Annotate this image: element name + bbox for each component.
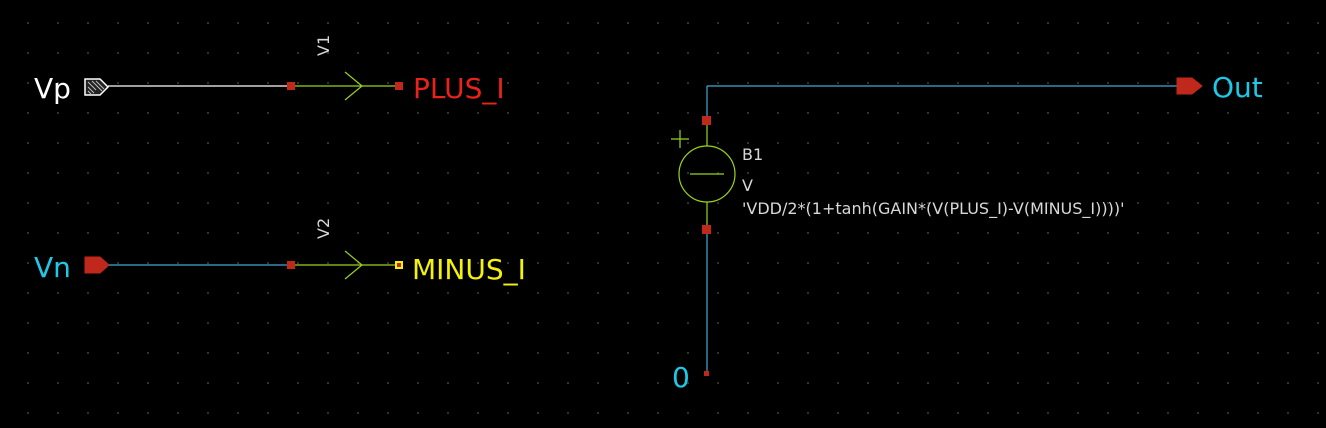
ground-label: 0 [672, 361, 690, 394]
schematic-canvas: Vp V1 PLUS_I Vn V2 MINUS_I B1 V 'VDD/2*(… [0, 0, 1326, 423]
b1-type: V [742, 176, 753, 195]
input-port-vp[interactable] [84, 78, 110, 96]
pin-b1-pos [702, 116, 711, 125]
net-label-minus: MINUS_I [412, 253, 526, 286]
port-label-vn: Vn [34, 251, 71, 284]
pin-b1-neg [702, 225, 711, 234]
pin-v1-pos [395, 82, 403, 90]
schematic-svg: Vp V1 PLUS_I Vn V2 MINUS_I B1 V 'VDD/2*(… [34, 35, 1263, 394]
port-label-vp: Vp [34, 72, 71, 105]
plus-sign-icon [671, 130, 689, 148]
pin-v2-neg [287, 261, 295, 269]
pin-v1-neg [287, 82, 295, 90]
behavioral-source-b1[interactable] [671, 116, 736, 234]
v1-label: V1 [314, 35, 333, 56]
ground-node [704, 371, 709, 376]
voltage-source-v1[interactable] [287, 71, 403, 101]
input-port-vn[interactable] [84, 256, 110, 274]
voltage-source-v2[interactable] [287, 250, 403, 280]
output-port-out[interactable] [1176, 77, 1203, 95]
v2-label: V2 [314, 218, 333, 239]
net-label-plus: PLUS_I [413, 72, 505, 105]
port-label-out: Out [1212, 71, 1263, 104]
b1-expression: 'VDD/2*(1+tanh(GAIN*(V(PLUS_I)-V(MINUS_I… [742, 199, 1125, 219]
b1-label: B1 [742, 145, 763, 164]
